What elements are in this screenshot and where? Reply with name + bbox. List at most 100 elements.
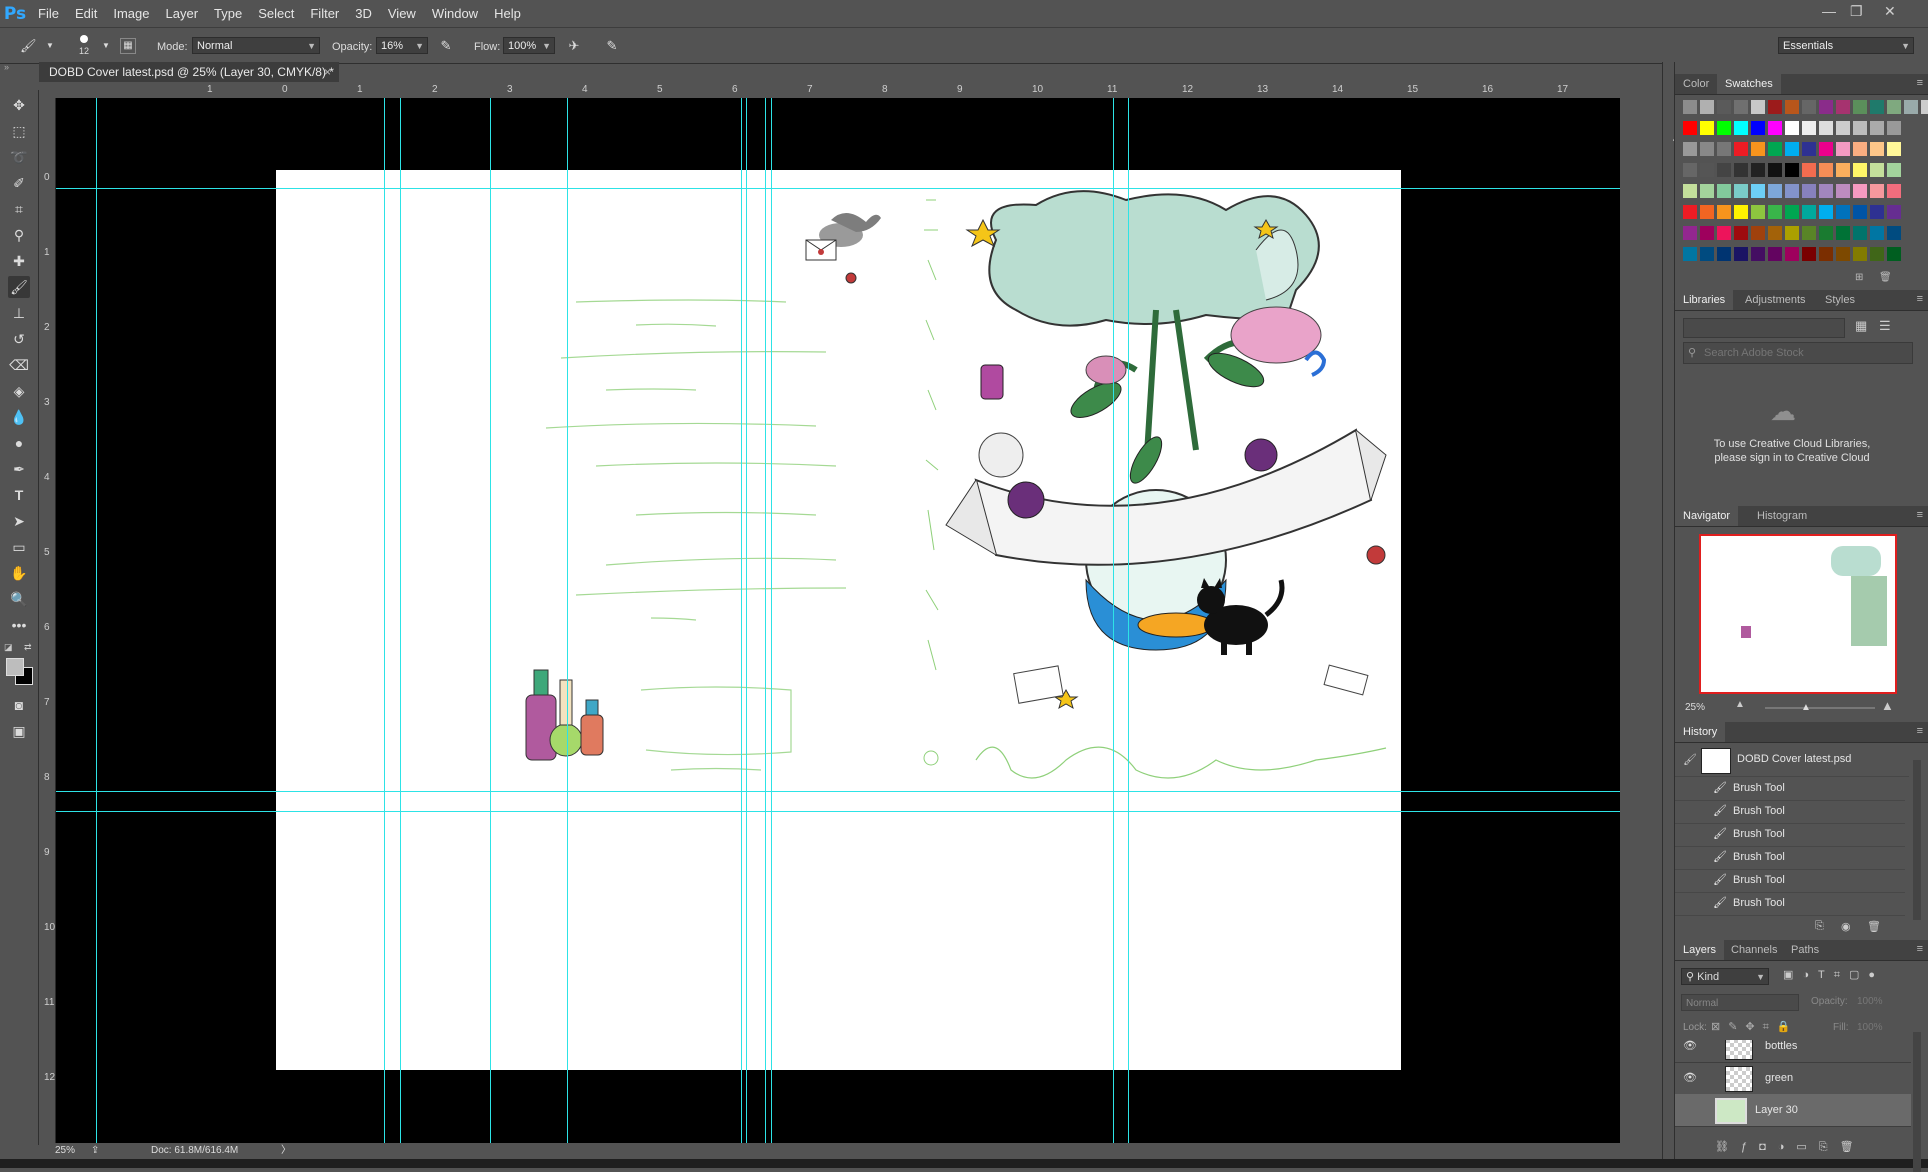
blend-mode-select[interactable]: Normal bbox=[1681, 994, 1799, 1011]
quick-select-tool-icon[interactable]: ✐ bbox=[8, 172, 30, 194]
menu-help[interactable]: Help bbox=[486, 6, 529, 21]
foreground-color-swatch[interactable] bbox=[6, 658, 24, 676]
color-swatch[interactable] bbox=[1853, 142, 1867, 156]
color-swatch[interactable] bbox=[1802, 247, 1816, 261]
color-swatch[interactable] bbox=[1836, 163, 1850, 177]
color-swatch[interactable] bbox=[1751, 100, 1765, 114]
color-swatch[interactable] bbox=[1785, 205, 1799, 219]
tab-navigator[interactable]: Navigator bbox=[1675, 506, 1739, 526]
color-swatch[interactable] bbox=[1853, 100, 1867, 114]
color-swatch[interactable] bbox=[1700, 247, 1714, 261]
new-document-icon[interactable]: ⎘ bbox=[1815, 920, 1824, 933]
lasso-tool-icon[interactable]: ➰ bbox=[8, 146, 30, 168]
list-view-icon[interactable]: ☰ bbox=[1879, 318, 1891, 334]
color-swatch[interactable] bbox=[1734, 121, 1748, 135]
color-swatch[interactable] bbox=[1819, 142, 1833, 156]
tab-paths[interactable]: Paths bbox=[1783, 940, 1827, 960]
menu-type[interactable]: Type bbox=[206, 6, 250, 21]
tab-histogram[interactable]: Histogram bbox=[1749, 506, 1815, 526]
color-swatch[interactable] bbox=[1785, 184, 1799, 198]
layers-footer-icons[interactable]: ⛓ƒ◘◑▭⎘🗑 bbox=[1715, 1140, 1866, 1154]
new-swatch-icon[interactable]: ⊞ bbox=[1855, 272, 1863, 283]
airbrush-icon[interactable]: ✈ bbox=[566, 38, 582, 54]
hand-tool-icon[interactable]: ✋ bbox=[8, 562, 30, 584]
menu-select[interactable]: Select bbox=[250, 6, 302, 21]
zoom-tool-icon[interactable]: 🔍 bbox=[8, 588, 30, 610]
color-swatch[interactable] bbox=[1683, 100, 1697, 114]
rectangle-tool-icon[interactable]: ▭ bbox=[8, 536, 30, 558]
color-swatch[interactable] bbox=[1751, 142, 1765, 156]
chevron-down-icon[interactable]: ▼ bbox=[98, 38, 114, 54]
eyedropper-tool-icon[interactable]: ⚲ bbox=[8, 224, 30, 246]
close-window-icon[interactable]: ✕ bbox=[1884, 3, 1896, 20]
horizontal-ruler[interactable]: 1 0 1 2 3 4 5 6 7 8 9 10 11 12 13 14 15 … bbox=[39, 82, 1620, 99]
menu-file[interactable]: File bbox=[30, 6, 67, 21]
zoom-level[interactable]: 25% bbox=[55, 1143, 75, 1159]
color-swatch[interactable] bbox=[1870, 100, 1884, 114]
layers-scrollbar[interactable] bbox=[1913, 1032, 1921, 1172]
color-swatch[interactable] bbox=[1819, 226, 1833, 240]
color-swatch[interactable] bbox=[1802, 226, 1816, 240]
color-swatch[interactable] bbox=[1717, 184, 1731, 198]
color-swatch[interactable] bbox=[1768, 142, 1782, 156]
color-swatch[interactable] bbox=[1819, 100, 1833, 114]
swap-colors-icon[interactable]: ⇄ bbox=[24, 642, 32, 653]
tab-layers[interactable]: Layers bbox=[1675, 940, 1725, 960]
color-swatch[interactable] bbox=[1734, 100, 1748, 114]
color-swatch[interactable] bbox=[1836, 142, 1850, 156]
crop-tool-icon[interactable]: ⌗ bbox=[8, 198, 30, 220]
color-swatch[interactable] bbox=[1785, 100, 1799, 114]
layer-row[interactable]: 👁 green bbox=[1675, 1062, 1911, 1095]
color-swatch[interactable] bbox=[1785, 247, 1799, 261]
color-swatch[interactable] bbox=[1887, 142, 1901, 156]
library-select[interactable] bbox=[1683, 318, 1845, 338]
color-swatch[interactable] bbox=[1717, 121, 1731, 135]
color-swatch[interactable] bbox=[1734, 184, 1748, 198]
history-item[interactable]: 🖌 Brush Tool bbox=[1675, 869, 1905, 893]
collapse-icon[interactable]: » bbox=[4, 62, 9, 72]
healing-brush-tool-icon[interactable]: ✚ bbox=[8, 250, 30, 272]
color-swatch[interactable] bbox=[1683, 226, 1697, 240]
color-swatch[interactable] bbox=[1683, 205, 1697, 219]
eye-icon[interactable]: 👁 bbox=[1683, 1062, 1697, 1094]
document-tab[interactable]: DOBD Cover latest.psd @ 25% (Layer 30, C… bbox=[39, 62, 339, 82]
eraser-tool-icon[interactable]: ⌫ bbox=[8, 354, 30, 376]
color-swatch[interactable] bbox=[1700, 184, 1714, 198]
color-swatch[interactable] bbox=[1819, 184, 1833, 198]
stock-search-input[interactable] bbox=[1702, 344, 1906, 362]
panel-menu-icon[interactable]: ≡ bbox=[1917, 943, 1923, 955]
more-tools-icon[interactable]: ••• bbox=[8, 614, 30, 636]
default-colors-icon[interactable]: ◪ bbox=[4, 642, 13, 653]
mode-select[interactable]: Normal ▼ bbox=[192, 37, 320, 54]
history-snapshot[interactable]: 🖌 DOBD Cover latest.psd bbox=[1675, 744, 1909, 777]
document-canvas[interactable] bbox=[276, 170, 1401, 1070]
brush-panel-icon[interactable]: ▦ bbox=[120, 38, 136, 54]
zoom-in-icon[interactable]: ▲ bbox=[1881, 698, 1894, 713]
color-swatch[interactable] bbox=[1717, 142, 1731, 156]
color-swatch[interactable] bbox=[1887, 184, 1901, 198]
color-swatch[interactable] bbox=[1717, 163, 1731, 177]
color-swatch[interactable] bbox=[1802, 121, 1816, 135]
color-swatch[interactable] bbox=[1700, 205, 1714, 219]
tab-swatches[interactable]: Swatches bbox=[1717, 74, 1781, 94]
color-swatch[interactable] bbox=[1802, 163, 1816, 177]
tab-styles[interactable]: Styles bbox=[1817, 290, 1863, 310]
tab-libraries[interactable]: Libraries bbox=[1675, 290, 1734, 310]
brush-tool-preset-icon[interactable]: 🖌 bbox=[20, 38, 37, 54]
history-item[interactable]: 🖌 Brush Tool bbox=[1675, 777, 1905, 801]
color-swatch[interactable] bbox=[1768, 226, 1782, 240]
color-swatch[interactable] bbox=[1751, 121, 1765, 135]
color-swatch[interactable] bbox=[1785, 226, 1799, 240]
history-scrollbar[interactable] bbox=[1913, 760, 1921, 920]
workspace-select[interactable]: Essentials ▼ bbox=[1778, 37, 1914, 54]
color-swatch[interactable] bbox=[1870, 184, 1884, 198]
camera-icon[interactable]: ◉ bbox=[1841, 920, 1851, 933]
menu-filter[interactable]: Filter bbox=[302, 6, 347, 21]
color-swatch[interactable] bbox=[1819, 121, 1833, 135]
color-swatch[interactable] bbox=[1870, 226, 1884, 240]
color-swatch[interactable] bbox=[1768, 184, 1782, 198]
color-swatch[interactable] bbox=[1683, 163, 1697, 177]
color-swatch[interactable] bbox=[1836, 121, 1850, 135]
color-swatch[interactable] bbox=[1717, 226, 1731, 240]
eye-icon[interactable]: 👁 bbox=[1683, 1040, 1697, 1062]
